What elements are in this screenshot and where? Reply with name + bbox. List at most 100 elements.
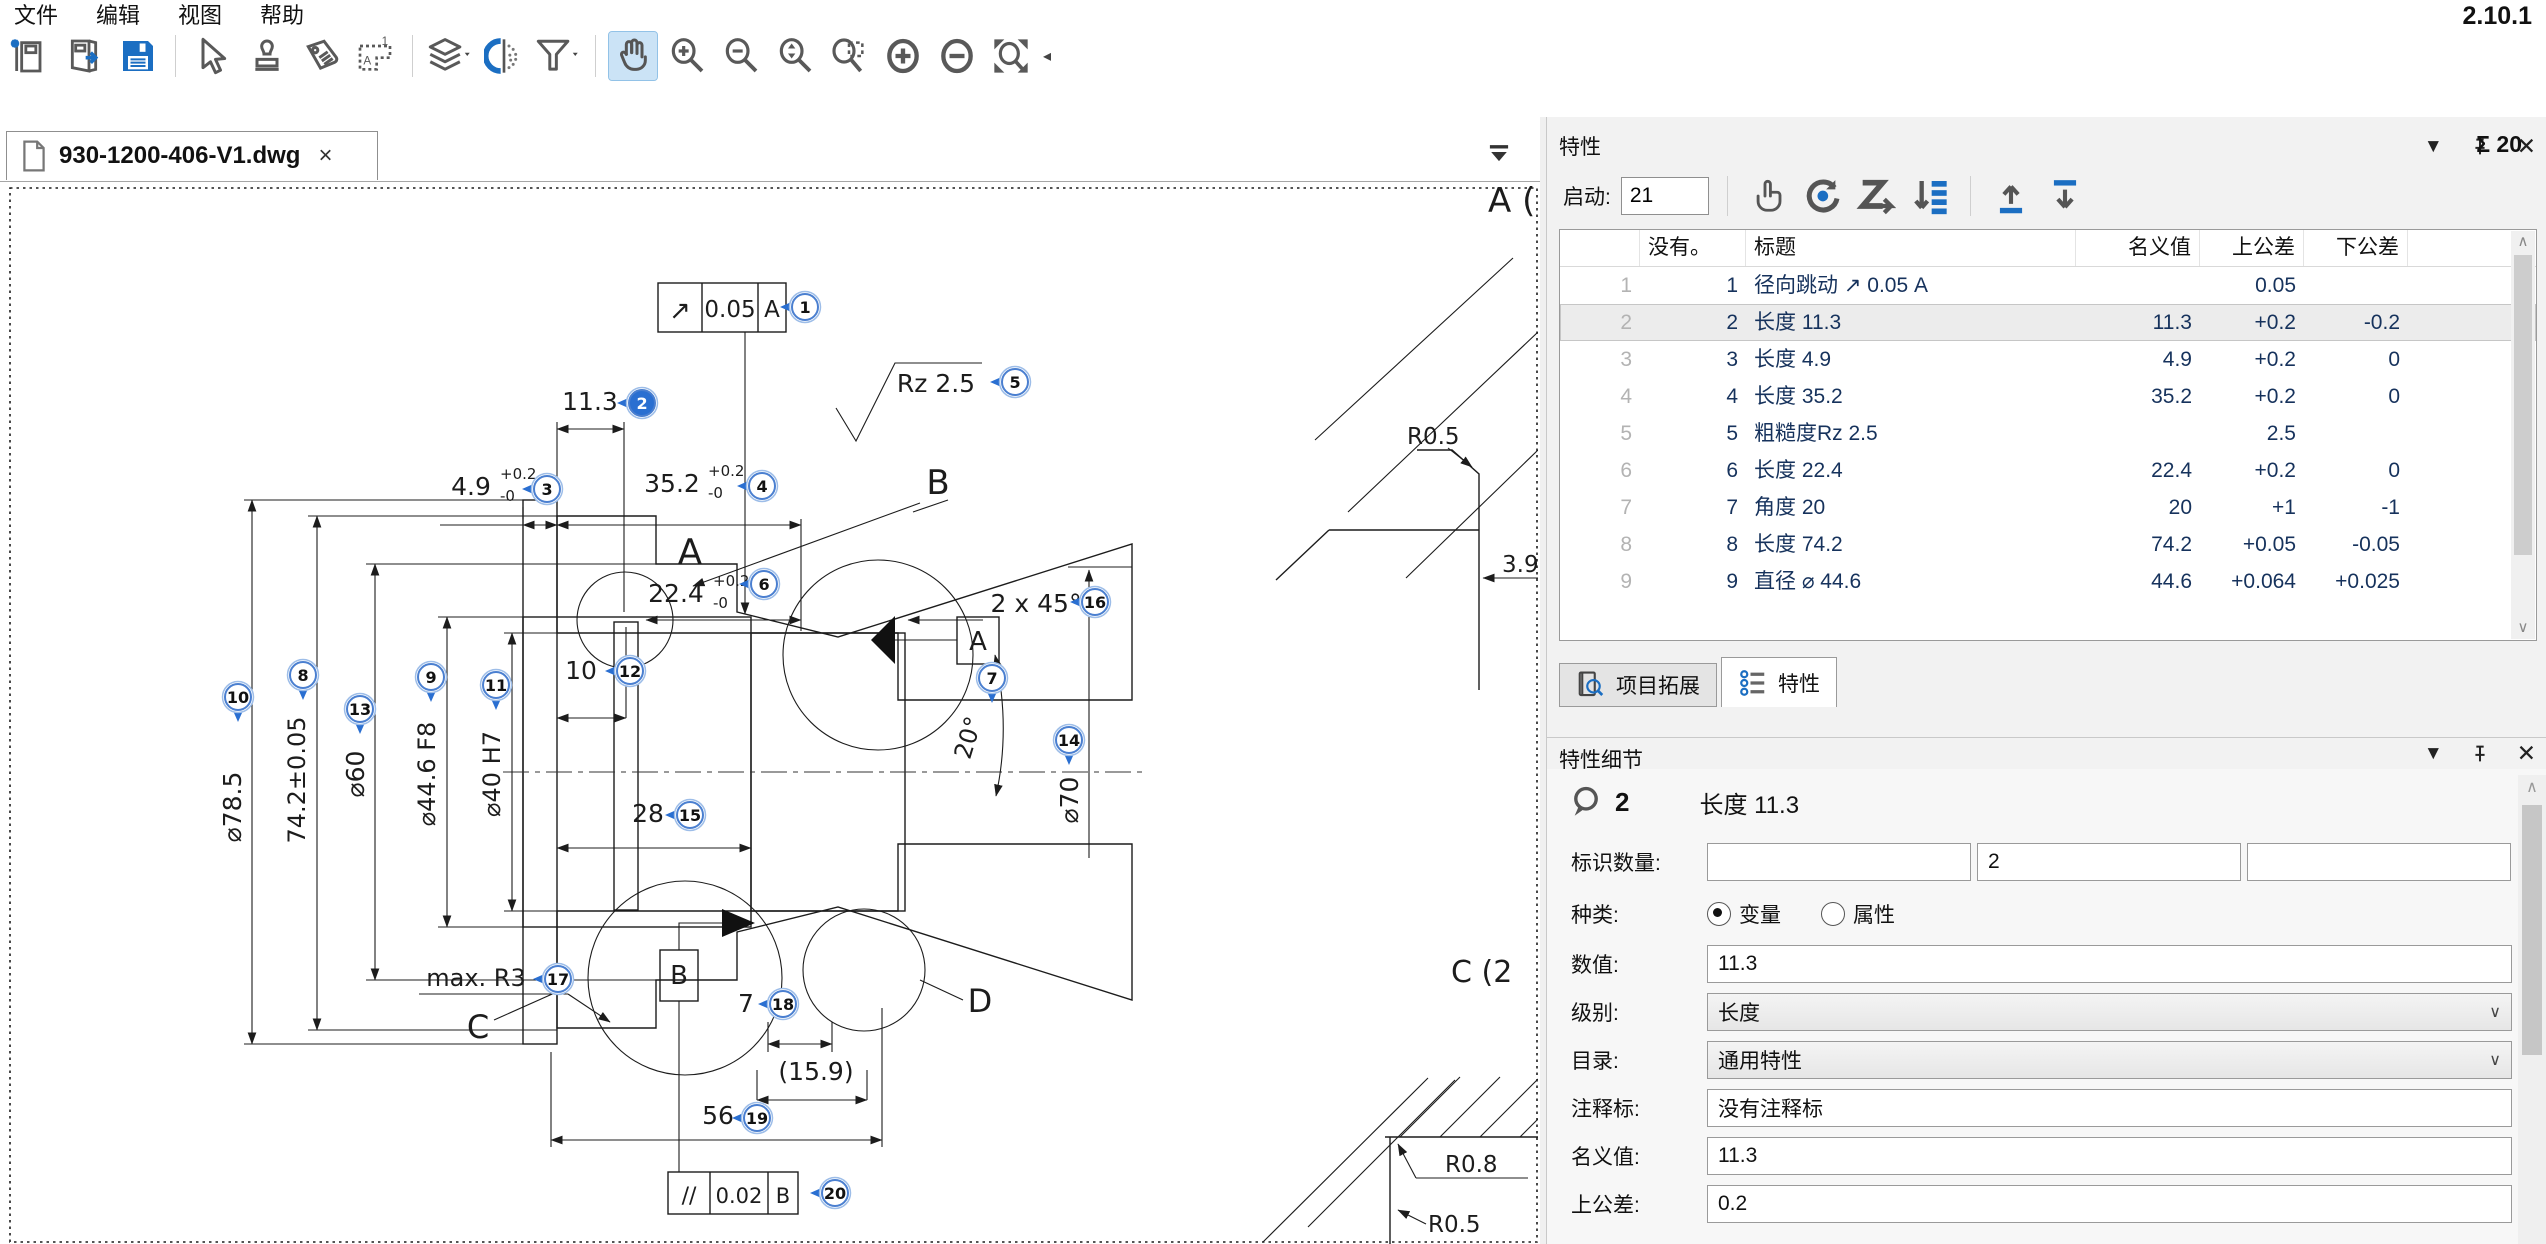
tab-characteristics-label: 特性: [1778, 668, 1820, 698]
open-document-icon[interactable]: [60, 32, 108, 80]
balloon-icon: [1571, 786, 1601, 820]
zoom-dynamic-icon[interactable]: [771, 32, 819, 80]
tab-project-expansion[interactable]: 项目拓展: [1559, 663, 1717, 707]
z-order-icon[interactable]: [1854, 174, 1898, 218]
table-row[interactable]: 33长度 4.94.9+0.20: [1560, 341, 2536, 378]
tab-list-icon[interactable]: [1486, 139, 1512, 170]
drawing-canvas[interactable]: .e{stroke:#1c1c1c;stroke-width:1.4;fill:…: [8, 182, 1538, 1244]
menu-file[interactable]: 文件: [14, 0, 58, 30]
filter-icon[interactable]: [534, 32, 582, 80]
lower-icon[interactable]: [2043, 174, 2087, 218]
svg-text:4.9: 4.9: [451, 472, 491, 501]
collapse-toolbar-icon[interactable]: ◂: [1043, 46, 1051, 66]
renumber-list-icon[interactable]: [1908, 174, 1952, 218]
details-scrollbar[interactable]: ∧: [2518, 775, 2546, 1244]
svg-text:16: 16: [1084, 593, 1106, 612]
value-input[interactable]: [1707, 945, 2512, 983]
column-blank[interactable]: [1560, 230, 1640, 266]
id-count-input-1[interactable]: [1707, 843, 1971, 881]
panel-menu-icon[interactable]: ▼: [2424, 743, 2443, 765]
layers-icon[interactable]: [426, 32, 474, 80]
svg-text:A: A: [764, 297, 780, 323]
scrollbar-thumb[interactable]: [2522, 805, 2542, 1055]
rotate-icon[interactable]: [1800, 174, 1844, 218]
menu-view[interactable]: 视图: [178, 0, 222, 30]
table-row[interactable]: 55粗糙度Rz 2.52.5: [1560, 415, 2536, 452]
radio-attribute[interactable]: [1821, 902, 1845, 926]
svg-text:10: 10: [227, 688, 249, 707]
svg-text:-0: -0: [708, 484, 723, 502]
column-upper-tol[interactable]: 上公差: [2200, 230, 2304, 266]
zoom-out-icon[interactable]: [717, 32, 765, 80]
detail-characteristic-title: 长度 11.3: [1699, 785, 1799, 820]
table-scrollbar[interactable]: ∧ ∨: [2511, 231, 2535, 639]
pan-hand-icon[interactable]: [609, 32, 657, 80]
column-title[interactable]: 标题: [1746, 230, 2076, 266]
stamp-icon[interactable]: [243, 32, 291, 80]
select-cursor-icon[interactable]: [189, 32, 237, 80]
note-input[interactable]: [1707, 1089, 2512, 1127]
scrollbar-thumb[interactable]: [2514, 255, 2532, 555]
svg-text:56: 56: [702, 1101, 734, 1130]
close-tab-icon[interactable]: ×: [318, 142, 332, 170]
pin-icon[interactable]: [2469, 743, 2491, 765]
increase-icon[interactable]: [879, 32, 927, 80]
zoom-fit-icon[interactable]: [987, 32, 1035, 80]
scroll-up-icon[interactable]: ∧: [2518, 775, 2546, 801]
column-lower-tol[interactable]: 下公差: [2304, 230, 2408, 266]
tag-icon[interactable]: [297, 32, 345, 80]
id-count-input-3[interactable]: [2247, 843, 2511, 881]
table-row[interactable]: 11径向跳动 ↗ 0.05 A0.05: [1560, 267, 2536, 304]
panel-menu-icon[interactable]: ▼: [2424, 136, 2443, 158]
svg-text:10: 10: [565, 656, 597, 685]
svg-text:15: 15: [679, 806, 701, 825]
characteristics-panel-title: 特性: [1559, 136, 1601, 159]
scroll-down-icon[interactable]: ∨: [2511, 617, 2535, 639]
finger-icon[interactable]: [1746, 174, 1790, 218]
column-no[interactable]: 没有。: [1640, 230, 1746, 266]
table-row-selected[interactable]: 22长度 11.311.3+0.2-0.2: [1560, 304, 2536, 341]
new-document-icon[interactable]: [6, 32, 54, 80]
toolbar-separator: [412, 35, 413, 77]
svg-text:⌀40 H7: ⌀40 H7: [478, 731, 506, 817]
note-row: 注释标:: [1571, 1089, 2512, 1127]
scroll-up-icon[interactable]: ∧: [2511, 231, 2535, 253]
panel-splitter[interactable]: [1540, 117, 1547, 1244]
mirror-icon[interactable]: [480, 32, 528, 80]
raise-icon[interactable]: [1989, 174, 2033, 218]
detail-balloon-number: 2: [1615, 787, 1629, 818]
upper-tol-input[interactable]: [1707, 1185, 2512, 1223]
table-row[interactable]: 77角度 2020+1-1: [1560, 489, 2536, 526]
document-tab[interactable]: 930-1200-406-V1.dwg ×: [6, 131, 378, 180]
svg-text:2: 2: [636, 394, 647, 413]
tab-characteristics[interactable]: 特性: [1721, 657, 1837, 707]
decrease-icon[interactable]: [933, 32, 981, 80]
zoom-in-icon[interactable]: [663, 32, 711, 80]
stamp-region-icon[interactable]: 1A: [351, 32, 399, 80]
close-panel-icon[interactable]: ✕: [2517, 740, 2536, 767]
kind-label: 种类:: [1571, 899, 1707, 929]
svg-text:-0: -0: [500, 487, 515, 505]
save-icon[interactable]: [114, 32, 162, 80]
radio-variable[interactable]: [1707, 902, 1731, 926]
id-count-label: 标识数量:: [1571, 847, 1707, 877]
menu-help[interactable]: 帮助: [260, 0, 304, 30]
column-nominal[interactable]: 名义值: [2076, 230, 2200, 266]
svg-text:17: 17: [547, 970, 569, 989]
svg-text:19: 19: [746, 1109, 768, 1128]
table-row[interactable]: 99直径 ⌀ 44.644.6+0.064+0.025: [1560, 563, 2536, 600]
catalog-select[interactable]: 通用特性∨: [1707, 1041, 2512, 1079]
svg-text:35.2: 35.2: [644, 469, 700, 498]
table-row[interactable]: 66长度 22.422.4+0.20: [1560, 452, 2536, 489]
table-row[interactable]: 44长度 35.235.2+0.20: [1560, 378, 2536, 415]
class-select[interactable]: 长度∨: [1707, 993, 2512, 1031]
zoom-window-icon[interactable]: [825, 32, 873, 80]
document-icon: [21, 140, 47, 172]
start-input[interactable]: [1621, 177, 1709, 215]
nominal-input[interactable]: [1707, 1137, 2512, 1175]
id-count-input-2[interactable]: [1977, 843, 2241, 881]
catalog-row: 目录: 通用特性∨: [1571, 1041, 2512, 1079]
table-row[interactable]: 88长度 74.274.2+0.05-0.05: [1560, 526, 2536, 563]
chevron-down-icon: ∨: [2489, 1050, 2501, 1070]
menu-edit[interactable]: 编辑: [96, 0, 140, 30]
